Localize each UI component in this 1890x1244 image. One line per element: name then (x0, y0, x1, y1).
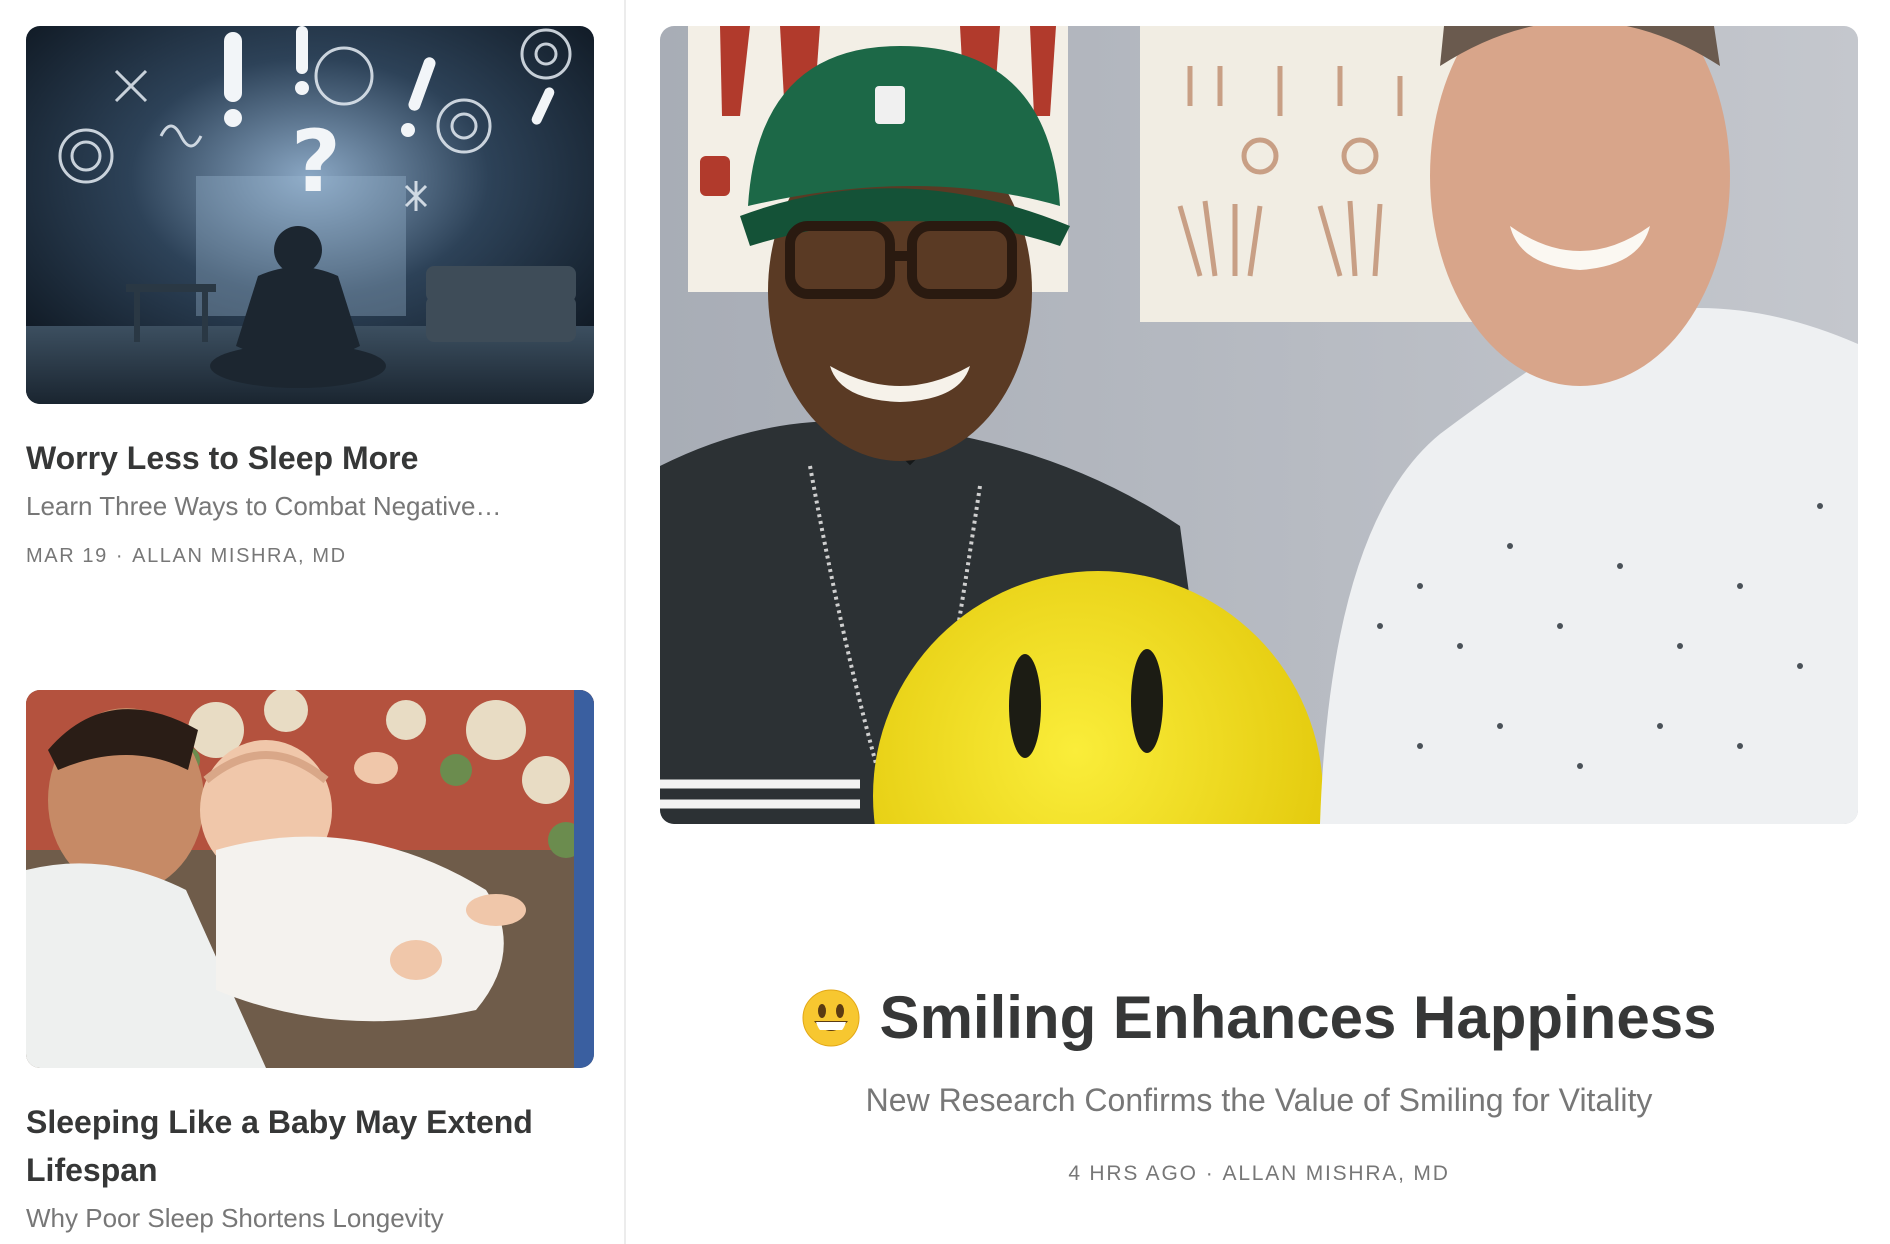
post-subtitle: Why Poor Sleep Shortens Longevity (26, 1203, 444, 1233)
featured-post-date: 4 HRS AGO (1068, 1162, 1198, 1185)
post-subtitle: Learn Three Ways to Combat Negative… (26, 491, 502, 521)
featured-post-author[interactable]: ALLAN MISHRA, MD (1223, 1162, 1450, 1185)
worry-illustration-image: ? (26, 26, 594, 404)
column-divider (624, 0, 626, 1244)
featured-post-image[interactable] (660, 26, 1858, 824)
post-thumbnail-baby[interactable] (26, 690, 594, 1068)
post-date: MAR 19 (26, 545, 108, 567)
featured-post-title[interactable]: Smiling Enhances Happiness (802, 980, 1717, 1056)
meta-separator: · (1205, 1162, 1215, 1185)
father-and-baby-photo (26, 690, 594, 1068)
svg-text:?: ? (291, 112, 341, 212)
featured-post-smiling[interactable]: Smiling Enhances Happiness New Research … (660, 26, 1858, 1185)
post-card-sleeping-baby[interactable]: Sleeping Like a Baby May Extend Lifespan… (26, 690, 594, 1236)
post-meta: MAR 19 · ALLAN MISHRA, MD (26, 542, 594, 570)
post-title[interactable]: Sleeping Like a Baby May Extend Lifespan (26, 1098, 594, 1194)
post-feed: ? Worry Less to Sleep More Learn Three W… (0, 0, 1890, 1244)
meta-separator: · (115, 545, 125, 567)
two-men-smiley-photo (660, 26, 1858, 824)
post-title[interactable]: Worry Less to Sleep More (26, 434, 594, 482)
featured-post-text: Smiling Enhances Happiness New Research … (660, 980, 1858, 1186)
post-card-worry-less[interactable]: ? Worry Less to Sleep More Learn Three W… (26, 26, 594, 570)
featured-post-meta: 4 HRS AGO · ALLAN MISHRA, MD (660, 1162, 1858, 1186)
post-thumbnail-worry[interactable]: ? (26, 26, 594, 404)
featured-post-subtitle: New Research Confirms the Value of Smili… (865, 1082, 1653, 1118)
grinning-face-icon (802, 989, 860, 1047)
post-author[interactable]: ALLAN MISHRA, MD (132, 545, 347, 567)
featured-post-title-text[interactable]: Smiling Enhances Happiness (880, 980, 1717, 1056)
